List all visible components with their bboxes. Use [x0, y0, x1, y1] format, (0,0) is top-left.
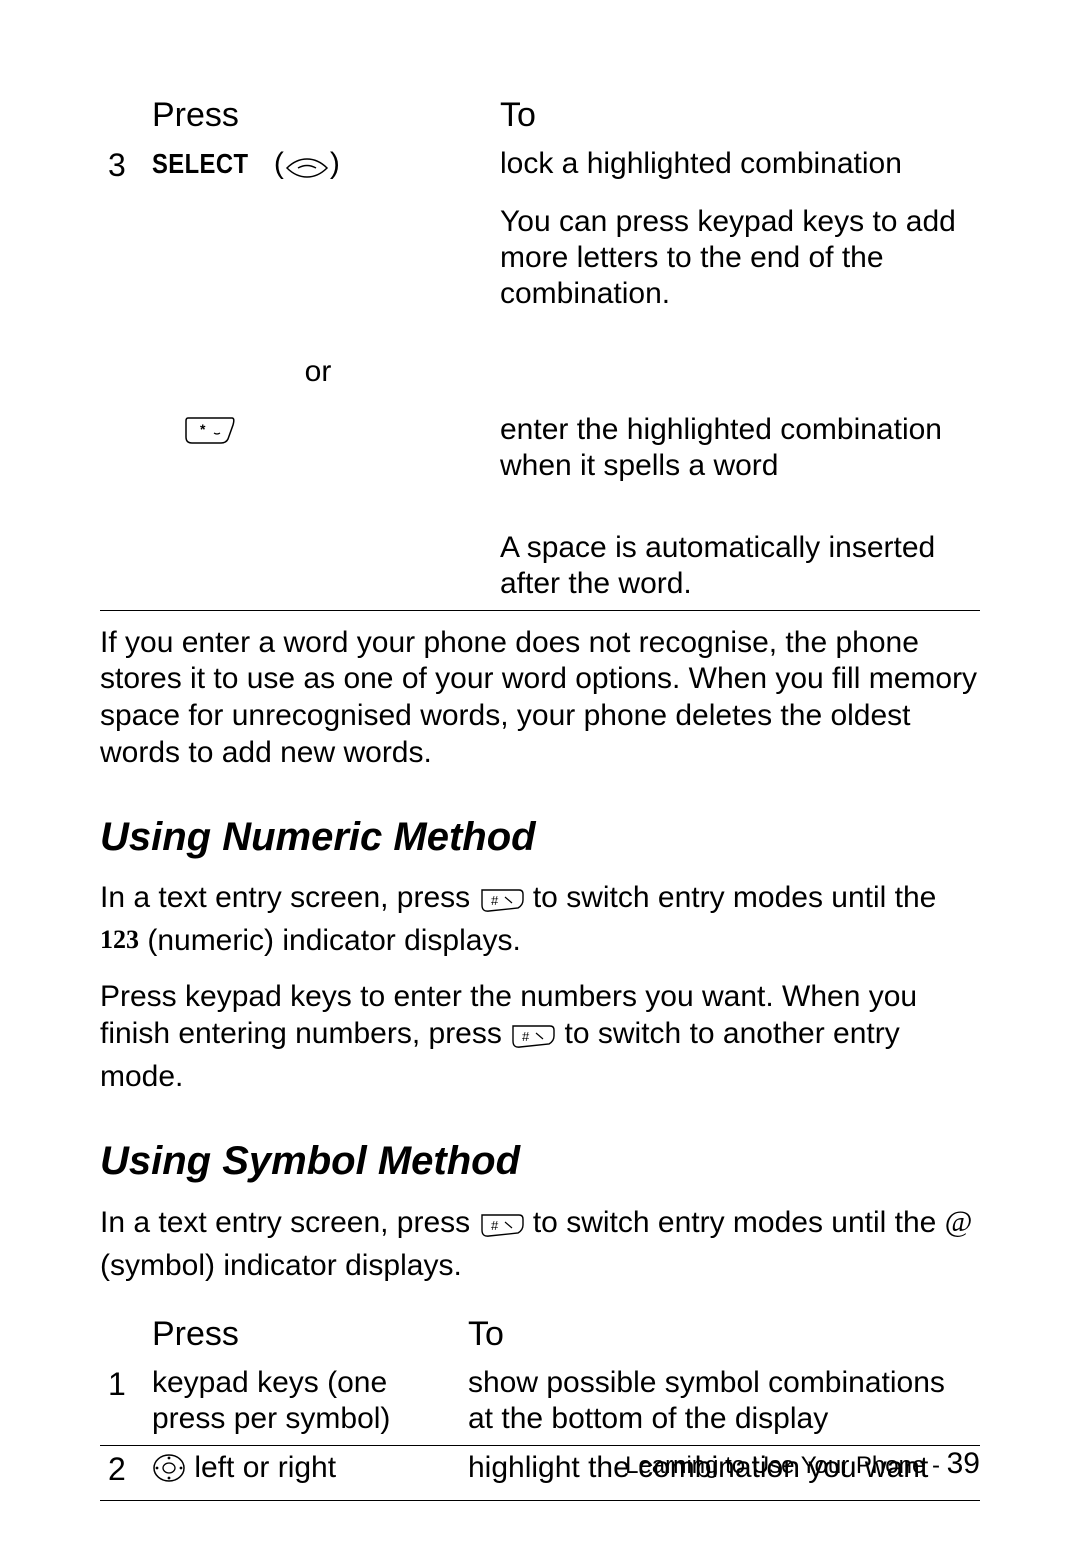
- paragraph: In a text entry screen, press # to switc…: [100, 880, 980, 959]
- or-label: or: [144, 324, 492, 408]
- symbol-indicator: @: [945, 1204, 973, 1241]
- paragraph: In a text entry screen, press # to switc…: [100, 1204, 980, 1284]
- svg-text:#: #: [491, 893, 499, 908]
- press-cell: left or right: [144, 1446, 460, 1501]
- to-cell: A space is automatically inserted after …: [492, 526, 980, 611]
- press-cell: keypad keys (one press per symbol): [144, 1361, 460, 1446]
- hash-key-icon: #: [479, 1211, 525, 1248]
- col-press-header: Press: [144, 1314, 460, 1361]
- hash-key-icon: #: [479, 886, 525, 923]
- step-number: 2: [100, 1446, 144, 1501]
- svg-text:*: *: [200, 421, 206, 437]
- to-cell: lock a highlighted combination: [492, 142, 980, 200]
- instruction-table-1: Press To 3 SELECT ( ) lock a highlighted…: [100, 95, 980, 611]
- page-number: 39: [947, 1447, 980, 1480]
- col-num-header: [100, 95, 144, 142]
- open-paren: (: [274, 147, 284, 180]
- page: Press To 3 SELECT ( ) lock a highlighted…: [0, 0, 1080, 1561]
- star-key-icon: *: [184, 415, 236, 454]
- press-cell: *: [144, 408, 492, 496]
- page-footer: Learning to Use Your Phone - 39: [625, 1447, 980, 1481]
- numeric-indicator: 123: [100, 924, 139, 956]
- to-cell: show possible symbol combinations at the…: [460, 1361, 980, 1446]
- press-text: left or right: [186, 1451, 336, 1484]
- paragraph: If you enter a word your phone does not …: [100, 625, 980, 771]
- softkey-icon: [284, 152, 330, 188]
- step-number: 1: [100, 1361, 144, 1446]
- close-paren: ): [330, 147, 340, 180]
- hash-key-icon: #: [510, 1022, 556, 1059]
- to-cell: You can press keypad keys to add more le…: [492, 200, 980, 324]
- heading-symbol: Using Symbol Method: [100, 1139, 980, 1184]
- nav-key-icon: [152, 1453, 186, 1492]
- col-to-header: To: [460, 1314, 980, 1361]
- step-number: 3: [100, 142, 144, 200]
- col-num-header: [100, 1314, 144, 1361]
- select-label: SELECT: [152, 147, 248, 181]
- svg-text:#: #: [522, 1029, 530, 1044]
- col-press-header: Press: [144, 95, 492, 142]
- to-cell: enter the highlighted combination when i…: [492, 408, 980, 496]
- paragraph: Press keypad keys to enter the numbers y…: [100, 979, 980, 1095]
- footer-label: Learning to Use Your Phone -: [625, 1452, 947, 1479]
- heading-numeric: Using Numeric Method: [100, 815, 980, 860]
- col-to-header: To: [492, 95, 980, 142]
- svg-text:#: #: [491, 1218, 499, 1233]
- press-cell: SELECT ( ): [144, 142, 492, 200]
